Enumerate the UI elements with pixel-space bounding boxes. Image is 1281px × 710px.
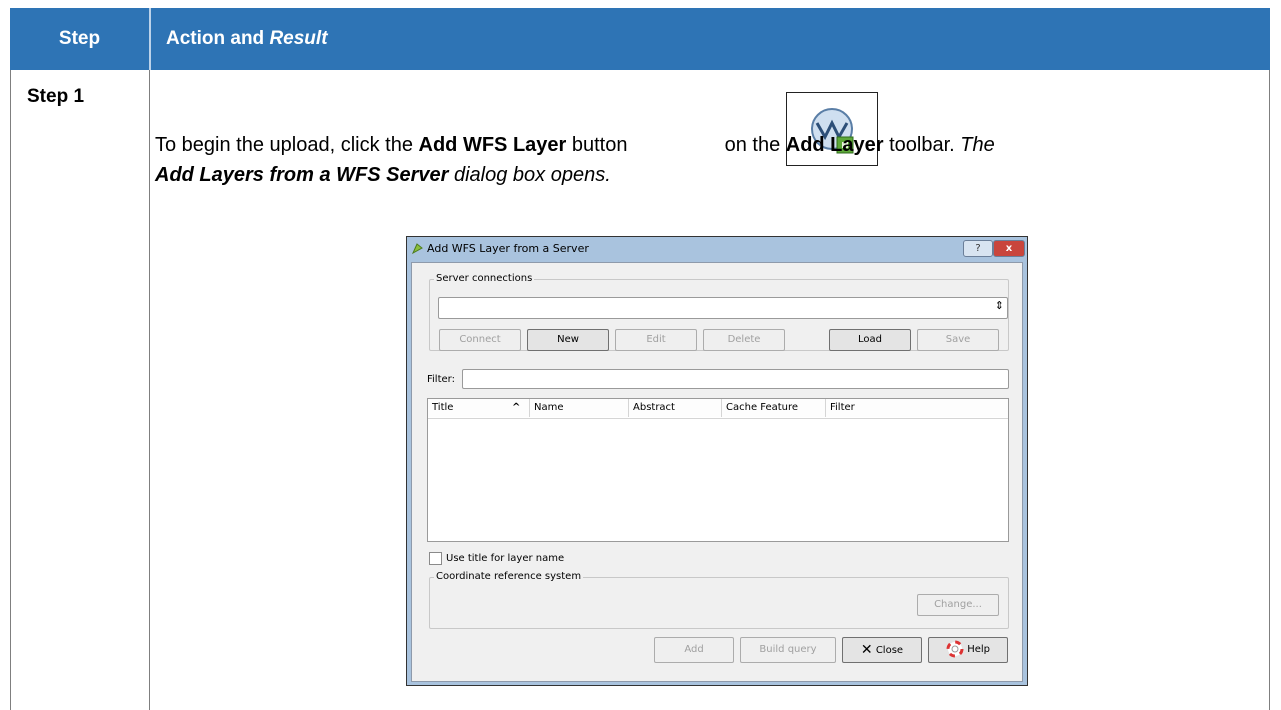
header-action: Action and Result	[166, 8, 328, 70]
title-help-button[interactable]: ?	[963, 240, 993, 257]
header-action-text: Action and	[166, 28, 265, 49]
instr-part4: toolbar.	[883, 134, 961, 156]
dialog-titlebar: Add WFS Layer from a Server ? x	[407, 237, 1027, 259]
help-lifebuoy-icon	[946, 640, 964, 658]
instr-bold1: Add WFS Layer	[418, 134, 567, 156]
step-label: Step 1	[27, 86, 85, 107]
dialog-title: Add WFS Layer from a Server	[427, 242, 589, 255]
instr-part1: To begin the upload, click the	[155, 134, 419, 156]
header-step: Step	[58, 28, 101, 49]
qgis-icon	[411, 243, 423, 255]
change-crs-button[interactable]: Change...	[917, 594, 999, 616]
crs-group-title: Coordinate reference system	[434, 571, 584, 582]
load-button[interactable]: Load	[829, 329, 911, 351]
close-x-icon: ✕	[860, 642, 873, 658]
instr-italic2: dialog box opens.	[448, 164, 611, 186]
row-border-right	[1269, 70, 1270, 710]
column-filter[interactable]: Filter	[826, 399, 1008, 417]
help-label: Help	[967, 644, 990, 655]
header-result-text: Result	[269, 28, 328, 49]
instr-italic1: The	[960, 134, 995, 156]
close-label: Close	[875, 645, 904, 656]
instr-part2: button	[566, 134, 634, 156]
connection-select[interactable]: ⇕	[438, 297, 1008, 319]
title-close-button[interactable]: x	[993, 240, 1025, 257]
build-query-button[interactable]: Build query	[740, 637, 836, 663]
instruction-text: To begin the upload, click the Add WFS L…	[155, 130, 1255, 190]
row-border-middle	[149, 70, 150, 710]
server-connections-title: Server connections	[434, 273, 535, 284]
combo-arrow-icon: ⇕	[994, 299, 1004, 312]
header-divider	[149, 8, 151, 70]
row-border-left	[10, 70, 11, 710]
close-button[interactable]: ✕ Close	[842, 637, 922, 663]
instr-part3: on the	[719, 134, 786, 156]
layer-list[interactable]: Title ^ Name Abstract Cache Feature Filt…	[427, 398, 1009, 542]
table-header: Step Action and Result	[10, 8, 1270, 70]
column-name[interactable]: Name	[530, 399, 629, 417]
use-title-checkbox[interactable]	[429, 552, 442, 565]
column-abstract[interactable]: Abstract	[629, 399, 722, 417]
filter-label: Filter:	[427, 374, 455, 385]
column-title[interactable]: Title ^	[428, 399, 530, 417]
delete-button[interactable]: Delete	[703, 329, 785, 351]
add-button[interactable]: Add	[654, 637, 734, 663]
list-header: Title ^ Name Abstract Cache Feature Filt…	[428, 399, 1008, 419]
sort-up-icon: ^	[512, 402, 521, 413]
help-button[interactable]: Help	[928, 637, 1008, 663]
wfs-dialog: Add WFS Layer from a Server ? x Server c…	[406, 236, 1028, 686]
connect-button[interactable]: Connect	[439, 329, 521, 351]
filter-input[interactable]	[462, 369, 1009, 389]
new-button[interactable]: New	[527, 329, 609, 351]
instr-bold2: Add Layer	[785, 134, 884, 156]
instr-bold-italic: Add Layers from a WFS Server	[155, 164, 449, 186]
use-title-label: Use title for layer name	[446, 553, 565, 564]
edit-button[interactable]: Edit	[615, 329, 697, 351]
column-title-label: Title	[432, 402, 454, 413]
save-button[interactable]: Save	[917, 329, 999, 351]
dialog-body: Server connections ⇕ Connect New Edit De…	[411, 262, 1023, 682]
column-cache-feature[interactable]: Cache Feature	[722, 399, 826, 417]
